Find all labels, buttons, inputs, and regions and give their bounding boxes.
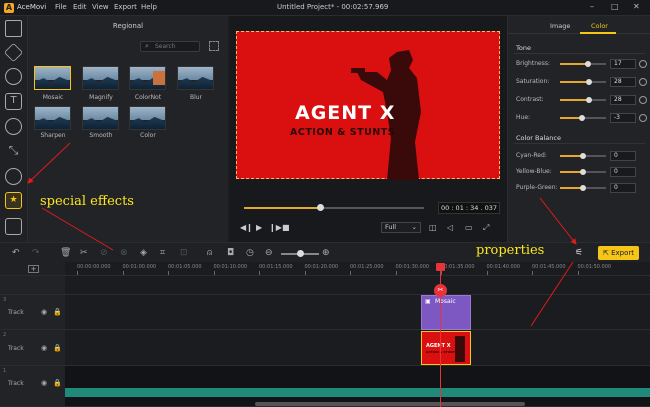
annotation-arrows	[27, 142, 577, 327]
arrow-to-properties-bottom	[530, 261, 574, 327]
arrow-to-effects-icon	[27, 142, 71, 184]
arrow-to-timeline	[41, 207, 114, 251]
arrow-to-properties-top	[539, 197, 577, 245]
